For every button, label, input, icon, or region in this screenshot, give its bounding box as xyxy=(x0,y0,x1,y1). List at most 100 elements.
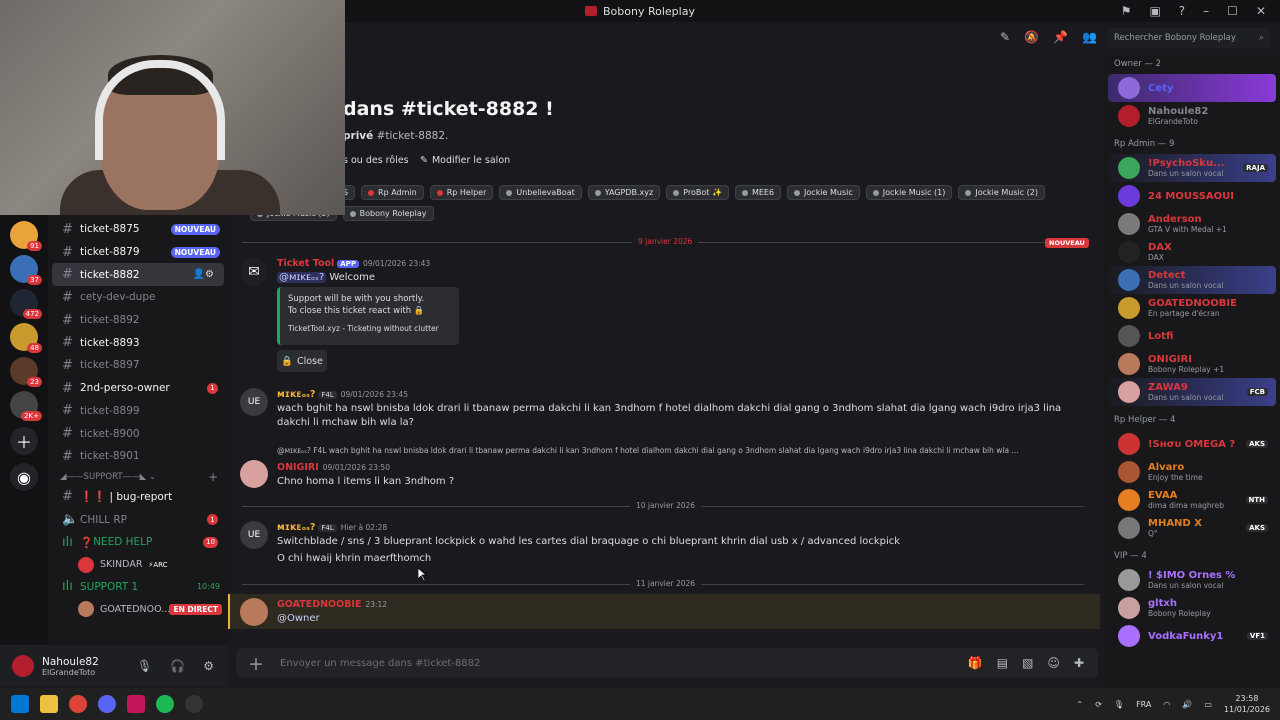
server-icon[interactable]: 48 xyxy=(10,323,42,353)
channel-ticket-8899[interactable]: # ticket-8899 xyxy=(48,400,228,423)
member-item[interactable]: DAX DAX xyxy=(1108,238,1276,266)
member-item[interactable]: VodkaFunky1 VF1 xyxy=(1108,622,1276,650)
discord-icon[interactable] xyxy=(98,695,116,713)
mic-tray-icon[interactable]: 🎙 xyxy=(1114,700,1124,709)
role-pill[interactable]: Jockie Music xyxy=(787,185,860,200)
windows-start-icon[interactable] xyxy=(11,695,29,713)
members-icon[interactable]: 👥 xyxy=(1082,30,1097,44)
member-item[interactable]: ZAWA9 Dans un salon vocal FCB xyxy=(1108,378,1276,406)
channel-ticket-8879[interactable]: # ticket-8879 NOUVEAU xyxy=(48,241,228,264)
search-input[interactable]: Rechercher Bobony Roleplay ⌕ xyxy=(1108,28,1270,48)
author-name[interactable]: Ticket Tool xyxy=(277,258,334,269)
clock[interactable]: 23:58 11/01/2026 xyxy=(1224,693,1270,715)
member-item[interactable]: Alvaro Enjoy the time xyxy=(1108,458,1276,486)
role-pill[interactable]: UnbelievaBoat xyxy=(499,185,582,200)
author-name[interactable]: ᴍɪᴋᴇₒₛ? xyxy=(277,389,315,400)
channel-ticket-8882[interactable]: # ticket-8882 👤⚙ xyxy=(52,263,224,287)
help-icon[interactable]: ? xyxy=(1179,4,1185,18)
gif-icon[interactable]: ▤ xyxy=(997,656,1008,670)
member-item[interactable]: Detect Dans un salon vocal xyxy=(1108,266,1276,294)
member-item[interactable]: !Sнσυ OMEGA ? AKS xyxy=(1108,430,1276,458)
server-icon[interactable]: 37 xyxy=(10,255,42,285)
channel-settings-icon[interactable]: 👤⚙ xyxy=(193,269,214,280)
sync-icon[interactable]: ⟳ xyxy=(1095,700,1102,709)
settings-gear-icon[interactable]: ⚙ xyxy=(203,659,214,673)
channel-ticket-8875[interactable]: # ticket-8875 NOUVEAU xyxy=(48,218,228,241)
add-channel-icon[interactable]: + xyxy=(208,470,218,484)
category-support[interactable]: ◢—— SUPPORT ——◣ ⌄ + xyxy=(48,468,228,486)
member-item[interactable]: MHAND X Q° AKS xyxy=(1108,514,1276,542)
role-pill[interactable]: ProBot ✨ xyxy=(666,185,729,200)
role-pill[interactable]: Jockie Music (1) xyxy=(865,185,953,200)
author-name[interactable]: ONIGIRI xyxy=(277,462,319,473)
screen-icon[interactable]: ▣ xyxy=(1149,4,1160,18)
role-pill[interactable]: Bobony Roleplay xyxy=(342,206,434,221)
member-item[interactable]: !PsychoSku... Dans un salon vocal RAJA xyxy=(1108,154,1276,182)
edit-channel-button[interactable]: ✎ Modifier le salon xyxy=(420,155,510,166)
server-icon[interactable]: 91 xyxy=(10,221,42,251)
obs-icon[interactable] xyxy=(185,695,203,713)
gift-icon[interactable]: 🎁 xyxy=(968,656,983,670)
volume-icon[interactable]: 🔊 xyxy=(1182,700,1192,709)
minimize-button[interactable]: – xyxy=(1203,4,1209,18)
wifi-icon[interactable]: ◠ xyxy=(1163,700,1170,709)
headphones-icon[interactable]: 🎧 xyxy=(170,659,185,673)
role-pill[interactable]: Rp Admin xyxy=(361,185,424,200)
notifications-icon[interactable]: 🔕 xyxy=(1024,30,1039,44)
author-name[interactable]: GOATEDNOOBIE xyxy=(277,599,361,610)
voice-user[interactable]: GOATEDNOO... EN DIRECT xyxy=(48,598,228,620)
add-server-icon[interactable]: ＋ xyxy=(10,427,38,455)
username[interactable]: Nahoule82 xyxy=(42,656,99,668)
apps-icon[interactable]: ✚ xyxy=(1074,656,1084,670)
inbox-icon[interactable]: ⚑ xyxy=(1121,4,1132,18)
chevron-up-icon[interactable]: ⌃ xyxy=(1077,700,1084,709)
threads-icon[interactable]: ✎ xyxy=(1000,30,1010,44)
channel-ticket-8900[interactable]: # ticket-8900 xyxy=(48,422,228,445)
reply-preview[interactable]: @ᴍɪᴋᴇₒₛ? F4L wach bghit ha nswl bnisba l… xyxy=(277,446,1077,455)
maximize-button[interactable]: ☐ xyxy=(1227,4,1238,18)
message-composer[interactable]: ＋ Envoyer un message dans #ticket-8882 🎁… xyxy=(236,648,1098,678)
battery-icon[interactable]: ▭ xyxy=(1204,700,1212,709)
add-roles-button[interactable]: s ou des rôles xyxy=(343,155,409,166)
channel-2nd-perso-owner[interactable]: #2nd-perso-owner 1 xyxy=(48,377,228,400)
ticket-tool-avatar[interactable]: ✉ xyxy=(240,258,268,286)
member-item[interactable]: EVAA dima dima maghreb NTH xyxy=(1108,486,1276,514)
member-item[interactable]: GOATEDNOOBIE En partage d'écran xyxy=(1108,294,1276,322)
member-item[interactable]: 24 MOUSSAOUI xyxy=(1108,182,1276,210)
member-item[interactable]: Cety xyxy=(1108,74,1276,102)
role-pill[interactable]: Jockie Music (2) xyxy=(958,185,1045,200)
member-item[interactable]: Lotfi xyxy=(1108,322,1276,350)
member-item[interactable]: gltxh Bobony Roleplay xyxy=(1108,594,1276,622)
close-button[interactable]: ✕ xyxy=(1256,4,1266,18)
author-name[interactable]: ᴍɪᴋᴇₒₛ? xyxy=(277,522,315,533)
channel-support-1[interactable]: ılı SUPPORT 1 10:49 xyxy=(48,576,228,599)
user-avatar[interactable]: UE xyxy=(240,388,268,416)
app-icon[interactable] xyxy=(127,695,145,713)
emoji-icon[interactable]: ☺ xyxy=(1047,656,1060,670)
server-icon[interactable]: 23 xyxy=(10,357,42,387)
member-item[interactable]: ONIGIRI Bobony Roleplay +1 xyxy=(1108,350,1276,378)
channel-ticket-8893[interactable]: # ticket-8893 xyxy=(48,331,228,354)
member-item[interactable]: Anderson GTA V with Medal +1 xyxy=(1108,210,1276,238)
chrome-icon[interactable] xyxy=(69,695,87,713)
channel-bug-report[interactable]: # ❗❗ | bug-report xyxy=(48,486,228,509)
file-explorer-icon[interactable] xyxy=(40,695,58,713)
microphone-icon[interactable]: 🎙 xyxy=(137,659,152,673)
user-avatar[interactable] xyxy=(240,598,268,626)
channel-need-help[interactable]: ılı ❓ NEED HELP 10 xyxy=(48,531,228,554)
channel-cety-dev-dupe[interactable]: # cety-dev-dupe xyxy=(48,286,228,309)
user-avatar[interactable] xyxy=(240,460,268,488)
close-ticket-button[interactable]: 🔒 Close xyxy=(277,350,327,372)
role-pill[interactable]: Rp Helper xyxy=(429,185,494,200)
channel-ticket-8901[interactable]: # ticket-8901 xyxy=(48,445,228,468)
sticker-icon[interactable]: ▧ xyxy=(1022,656,1033,670)
pin-icon[interactable]: 📌 xyxy=(1053,30,1068,44)
discover-icon[interactable]: ◉ xyxy=(10,463,38,491)
channel-ticket-8892[interactable]: # ticket-8892 xyxy=(48,309,228,332)
member-item[interactable]: ! $IMO Ornes % Dans un salon vocal xyxy=(1108,566,1276,594)
role-pill[interactable]: YAGPDB.xyz xyxy=(587,185,661,200)
voice-user[interactable]: SKINDAR ⚡ARC xyxy=(48,554,228,576)
member-item[interactable]: Nahoule82 ElGrandeToto xyxy=(1108,102,1276,130)
mention[interactable]: @ᴍɪᴋᴇₒₛ? xyxy=(277,272,327,283)
server-icon[interactable]: 472 xyxy=(10,289,42,319)
